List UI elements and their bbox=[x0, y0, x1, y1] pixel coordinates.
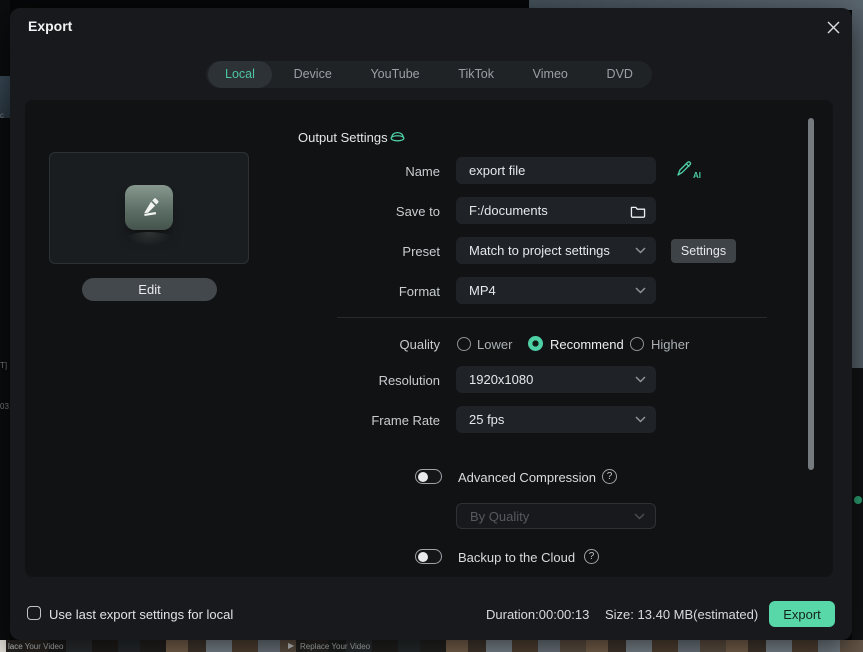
use-last-settings-label: Use last export settings for local bbox=[49, 607, 233, 622]
export-button[interactable]: Export bbox=[769, 601, 835, 627]
size-text: Size: 13.40 MB(estimated) bbox=[605, 607, 758, 622]
toggle-knob bbox=[418, 472, 428, 482]
export-dialog: Export Local Device YouTube TikTok Vimeo… bbox=[10, 8, 852, 640]
radio-quality-recommend[interactable] bbox=[528, 336, 543, 351]
background-timeline-strip: lace Your Video ▶ Replace Your Video bbox=[0, 640, 863, 652]
frame-rate-dropdown[interactable]: 25 fps bbox=[456, 406, 656, 433]
quality-label: Quality bbox=[300, 337, 440, 352]
format-dropdown[interactable]: MP4 bbox=[456, 277, 656, 304]
frame-rate-label: Frame Rate bbox=[300, 413, 440, 428]
name-input[interactable] bbox=[469, 163, 646, 178]
ai-badge-text: AI bbox=[693, 171, 701, 180]
backup-cloud-toggle[interactable] bbox=[415, 549, 442, 564]
dialog-title: Export bbox=[28, 18, 72, 34]
preset-dropdown[interactable]: Match to project settings bbox=[456, 237, 656, 264]
graduation-cap-icon bbox=[389, 128, 406, 145]
edit-thumbnail-badge bbox=[125, 185, 173, 230]
tab-vimeo[interactable]: Vimeo bbox=[516, 61, 585, 88]
ai-rename-button[interactable]: AI bbox=[675, 160, 701, 180]
resolution-label: Resolution bbox=[300, 373, 440, 388]
background-app-left-panel: c T] 03 bbox=[0, 0, 10, 640]
preset-settings-button[interactable]: Settings bbox=[671, 239, 736, 263]
compression-mode-dropdown: By Quality bbox=[456, 503, 656, 529]
background-text-fragment: c bbox=[0, 112, 4, 120]
save-to-value: F:/documents bbox=[469, 203, 624, 218]
edit-badge-reflection bbox=[125, 232, 173, 246]
format-value: MP4 bbox=[469, 283, 629, 298]
background-green-badge bbox=[854, 496, 862, 504]
radio-quality-lower[interactable] bbox=[457, 337, 471, 351]
ai-pencil-icon bbox=[675, 160, 693, 178]
close-button[interactable] bbox=[822, 16, 844, 38]
background-clip-label: lace Your Video bbox=[8, 642, 63, 651]
background-text-fragment: T] bbox=[0, 362, 7, 370]
play-icon: ▶ bbox=[288, 641, 294, 651]
chevron-down-icon bbox=[635, 287, 646, 294]
background-clip-label: Replace Your Video bbox=[300, 642, 370, 651]
use-last-settings-checkbox[interactable] bbox=[27, 606, 41, 620]
frame-rate-value: 25 fps bbox=[469, 412, 629, 427]
save-to-field[interactable]: F:/documents bbox=[456, 197, 656, 224]
chevron-down-icon bbox=[634, 513, 645, 520]
chevron-down-icon bbox=[635, 416, 646, 423]
radio-quality-higher[interactable] bbox=[630, 337, 644, 351]
export-destination-tabs: Local Device YouTube TikTok Vimeo DVD bbox=[206, 61, 652, 88]
folder-icon[interactable] bbox=[630, 204, 646, 218]
format-label: Format bbox=[300, 284, 440, 299]
section-divider bbox=[337, 317, 767, 318]
pencil-icon bbox=[138, 197, 160, 219]
backup-cloud-label: Backup to the Cloud bbox=[458, 550, 575, 565]
resolution-dropdown[interactable]: 1920x1080 bbox=[456, 366, 656, 393]
help-icon[interactable]: ? bbox=[602, 469, 617, 484]
preset-label: Preset bbox=[300, 244, 440, 259]
tab-dvd[interactable]: DVD bbox=[590, 61, 650, 88]
background-app-right-lower bbox=[852, 368, 863, 640]
name-label: Name bbox=[300, 164, 440, 179]
scrollbar-thumb[interactable] bbox=[808, 118, 814, 470]
radio-label-higher[interactable]: Higher bbox=[651, 337, 689, 352]
save-to-label: Save to bbox=[300, 204, 440, 219]
background-text-fragment: 03 bbox=[0, 403, 9, 411]
output-settings-title: Output Settings bbox=[298, 130, 388, 145]
name-field[interactable] bbox=[456, 157, 656, 184]
tab-tiktok[interactable]: TikTok bbox=[441, 61, 511, 88]
radio-label-lower[interactable]: Lower bbox=[477, 337, 512, 352]
close-icon bbox=[827, 21, 840, 34]
chevron-down-icon bbox=[635, 376, 646, 383]
advanced-compression-label: Advanced Compression bbox=[458, 470, 596, 485]
radio-label-recommend[interactable]: Recommend bbox=[550, 337, 624, 352]
tab-local[interactable]: Local bbox=[208, 61, 272, 88]
duration-text: Duration:00:00:13 bbox=[486, 607, 589, 622]
toggle-knob bbox=[418, 552, 428, 562]
edit-button[interactable]: Edit bbox=[82, 278, 217, 301]
background-app-right-panel bbox=[852, 9, 863, 368]
preset-value: Match to project settings bbox=[469, 243, 629, 258]
chevron-down-icon bbox=[635, 247, 646, 254]
compression-mode-value: By Quality bbox=[470, 509, 628, 524]
advanced-compression-toggle[interactable] bbox=[415, 469, 442, 484]
tab-youtube[interactable]: YouTube bbox=[353, 61, 436, 88]
tab-device[interactable]: Device bbox=[277, 61, 349, 88]
help-icon[interactable]: ? bbox=[584, 549, 599, 564]
resolution-value: 1920x1080 bbox=[469, 372, 629, 387]
